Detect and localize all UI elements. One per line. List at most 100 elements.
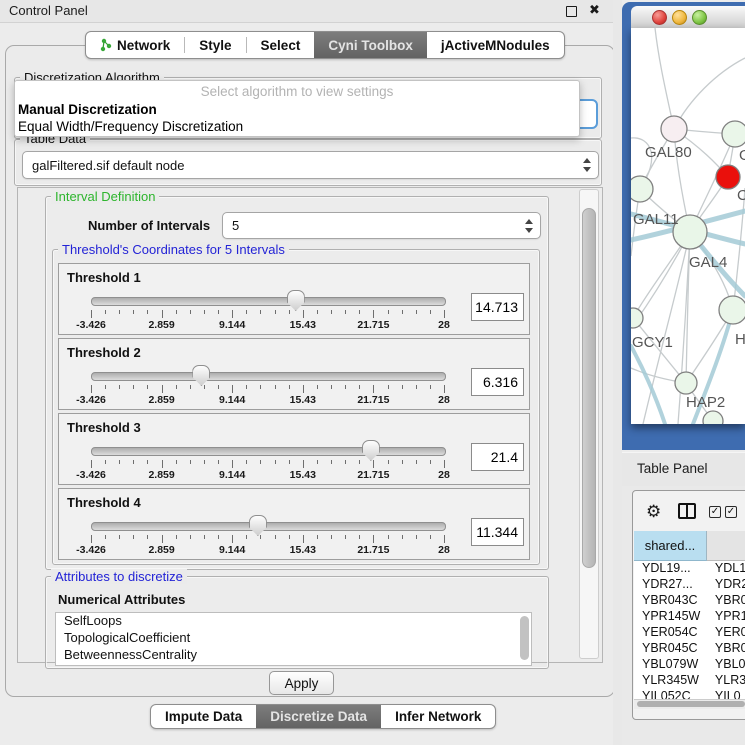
- table-cell: YLR345W: [634, 673, 709, 689]
- network-node-label: C: [737, 187, 745, 204]
- numerical-attributes-label: Numerical Attributes: [58, 592, 185, 607]
- slider-tick-label: -3.426: [76, 394, 106, 406]
- slider-tick-label: 2.859: [148, 469, 174, 481]
- mac-zoom-button[interactable]: [692, 10, 707, 25]
- bottom-tab-bar: Impute Data Discretize DataInfer Network: [150, 704, 496, 729]
- network-icon: [100, 38, 112, 52]
- table-cell: YDR27...: [634, 577, 709, 593]
- table-cell: YDR2: [709, 577, 745, 593]
- table-row[interactable]: YIL052CYIL0: [634, 689, 745, 699]
- threshold-value-field[interactable]: [471, 443, 524, 471]
- mac-minimize-button[interactable]: [672, 10, 687, 25]
- network-node[interactable]: [631, 176, 653, 202]
- threshold-slider-track[interactable]: [91, 372, 446, 381]
- table-row[interactable]: YDR27...YDR2: [634, 577, 745, 593]
- settings-scrollbar-thumb[interactable]: [582, 208, 596, 568]
- threshold-slider-handle[interactable]: [249, 515, 267, 536]
- network-node[interactable]: [703, 411, 723, 424]
- threshold-slider-track[interactable]: [91, 447, 446, 456]
- table-column-header[interactable]: shared...: [634, 531, 707, 561]
- table-row[interactable]: YER054CYER0: [634, 625, 745, 641]
- table-row[interactable]: YLR345WYLR3: [634, 673, 745, 689]
- table-cell: YLR3: [709, 673, 745, 689]
- number-of-intervals-value: 5: [232, 218, 239, 233]
- tab-select[interactable]: Select: [247, 32, 315, 58]
- columns-icon[interactable]: [678, 503, 696, 519]
- panel-splitter[interactable]: [613, 0, 622, 745]
- numerical-attributes-list[interactable]: SelfLoopsTopologicalCoefficientBetweenne…: [55, 612, 532, 666]
- network-node[interactable]: [631, 308, 643, 328]
- checkbox-icon[interactable]: [709, 506, 721, 518]
- network-node[interactable]: [719, 296, 745, 324]
- node-table-container: shared...na YDL19...YDL1YDR27...YDR2YBR0…: [632, 490, 745, 720]
- slider-tick-label: 15.43: [290, 319, 316, 331]
- float-window-icon[interactable]: [566, 6, 577, 17]
- slider-ticks: [91, 460, 444, 468]
- table-scrollbar-thumb[interactable]: [637, 701, 745, 707]
- thresholds-group-title: Threshold's Coordinates for 5 Intervals: [58, 242, 289, 257]
- threshold-slider-handle[interactable]: [287, 290, 305, 311]
- mac-close-button[interactable]: [652, 10, 667, 25]
- table-header-row: shared...na: [634, 531, 745, 561]
- attribute-list-item[interactable]: SelfLoops: [56, 613, 531, 630]
- attribute-list-item[interactable]: BetweennessCentrality: [56, 647, 531, 664]
- tab-network[interactable]: Network: [86, 32, 184, 58]
- slider-tick-label: -3.426: [76, 544, 106, 556]
- tab-discretize-data[interactable]: Discretize Data: [256, 705, 381, 728]
- attribute-list-item[interactable]: TopologicalCoefficient: [56, 630, 531, 647]
- tab-jactivemnodules[interactable]: jActiveMNodules: [427, 32, 564, 58]
- tab-style[interactable]: Style: [185, 32, 245, 58]
- threshold-slider-handle[interactable]: [362, 440, 380, 461]
- checkbox-icon[interactable]: [725, 506, 737, 518]
- threshold-value-field[interactable]: [471, 518, 524, 546]
- threshold-box: Threshold 2-3.4262.8599.14415.4321.71528: [58, 338, 530, 410]
- table-cell: YER0: [709, 625, 745, 641]
- table-cell: YER054C: [634, 625, 709, 641]
- table-cell: YPR145W: [634, 609, 709, 625]
- slider-tick-label: 9.144: [219, 544, 245, 556]
- tab-label: jActiveMNodules: [441, 38, 550, 53]
- tab-label: Style: [199, 38, 231, 53]
- threshold-slider-track[interactable]: [91, 522, 446, 531]
- number-of-intervals-combobox[interactable]: 5: [222, 212, 541, 239]
- table-row[interactable]: YBL079WYBL0: [634, 657, 745, 673]
- table-cell: YPR1: [709, 609, 745, 625]
- tab-infer-network[interactable]: Infer Network: [381, 705, 495, 728]
- network-node[interactable]: [675, 372, 697, 394]
- tab-label: Impute Data: [165, 709, 242, 724]
- table-row[interactable]: YBR045CYBR0: [634, 641, 745, 657]
- network-node[interactable]: [722, 121, 745, 147]
- tab-impute-data[interactable]: Impute Data: [151, 705, 256, 728]
- table-row[interactable]: YBR043CYBR0: [634, 593, 745, 609]
- network-window-titlebar[interactable]: [631, 6, 745, 29]
- gear-icon[interactable]: [646, 503, 661, 520]
- combobox-spinner-icon[interactable]: [582, 158, 592, 172]
- network-node-label: GAL80: [645, 144, 692, 161]
- threshold-slider-handle[interactable]: [192, 365, 210, 386]
- table-data-combobox[interactable]: galFiltered.sif default node: [22, 151, 599, 179]
- slider-tick-label: 9.144: [219, 469, 245, 481]
- tab-cyni-toolbox[interactable]: Cyni Toolbox: [314, 32, 427, 58]
- network-canvas[interactable]: GAL80GCGAL11GAL4GCY1HHAP2: [631, 28, 745, 424]
- network-node[interactable]: [716, 165, 740, 189]
- top-tab-bar: Network Style Select Cyni Toolbox jActiveMNo…: [85, 31, 565, 59]
- close-icon[interactable]: ✖: [589, 2, 600, 18]
- popup-option[interactable]: Manual Discretization: [15, 101, 579, 118]
- slider-tick-label: 28: [438, 394, 450, 406]
- numerical-attributes-items: SelfLoopsTopologicalCoefficientBetweenne…: [56, 613, 531, 664]
- table-horizontal-scrollbar[interactable]: [634, 699, 745, 709]
- attributes-list-scrollbar-thumb[interactable]: [520, 616, 529, 660]
- table-cell: YIL0: [709, 689, 745, 699]
- table-column-header[interactable]: na: [707, 531, 745, 561]
- combobox-spinner-icon[interactable]: [524, 219, 534, 233]
- tab-label: Cyni Toolbox: [328, 38, 413, 53]
- slider-tick-label: 28: [438, 319, 450, 331]
- threshold-value-field[interactable]: [471, 368, 524, 396]
- threshold-slider-track[interactable]: [91, 297, 446, 306]
- threshold-value-field[interactable]: [471, 293, 524, 321]
- network-node[interactable]: [661, 116, 687, 142]
- table-row[interactable]: YDL19...YDL1: [634, 561, 745, 577]
- apply-button[interactable]: Apply: [269, 671, 334, 695]
- table-row[interactable]: YPR145WYPR1: [634, 609, 745, 625]
- popup-option[interactable]: Equal Width/Frequency Discretization: [15, 118, 579, 135]
